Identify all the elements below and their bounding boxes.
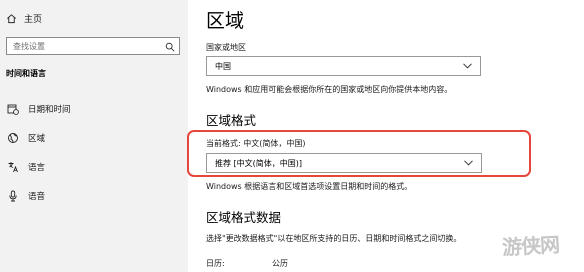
calendar-value: 公历 [272, 259, 288, 268]
language-icon [6, 160, 20, 174]
format-data-section-title: 区域格式数据 [206, 210, 282, 225]
sidebar-item-date-time[interactable]: 日期和时间 [0, 98, 188, 120]
search-icon[interactable] [165, 37, 175, 56]
home-label: 主页 [24, 14, 43, 25]
search-box[interactable] [6, 37, 180, 55]
sidebar-item-speech[interactable]: 语音 [0, 185, 188, 207]
chevron-down-icon [463, 63, 472, 69]
sidebar-item-label: 语音 [28, 192, 46, 202]
country-dropdown[interactable]: 中国 [206, 56, 481, 76]
sidebar-item-label: 语言 [28, 163, 46, 173]
country-value: 中国 [215, 61, 231, 71]
sidebar-item-region[interactable]: 区域 [0, 127, 188, 149]
page-title: 区域 [206, 10, 245, 32]
calendar-label: 日历: [206, 259, 225, 268]
format-description: Windows 根据语言和区域首选项设置日期和时间的格式。 [206, 182, 413, 191]
search-input[interactable] [13, 41, 165, 51]
format-data-description: 选择"更改数据格式"以在地区所支持的日历、日期和时间格式之间切换。 [206, 234, 462, 243]
sidebar-item-language[interactable]: 语言 [0, 156, 188, 178]
globe-icon [6, 131, 20, 145]
sidebar: 主页 时间和语言 日期和时间 区域 [0, 0, 188, 272]
home-link[interactable]: 主页 [6, 10, 42, 26]
microphone-icon [6, 189, 20, 203]
sidebar-item-label: 区域 [28, 134, 46, 144]
highlight-box [187, 130, 531, 177]
home-icon [6, 13, 17, 24]
country-label: 国家或地区 [206, 43, 246, 52]
calendar-clock-icon [6, 102, 20, 116]
watermark: 游侠网 [501, 232, 560, 260]
sidebar-section-title: 时间和语言 [6, 69, 46, 78]
format-section-title: 区域格式 [206, 113, 257, 128]
sidebar-item-label: 日期和时间 [28, 105, 71, 115]
country-description: Windows 和应用可能会根据你所在的国家或地区向你提供本地内容。 [206, 85, 453, 94]
